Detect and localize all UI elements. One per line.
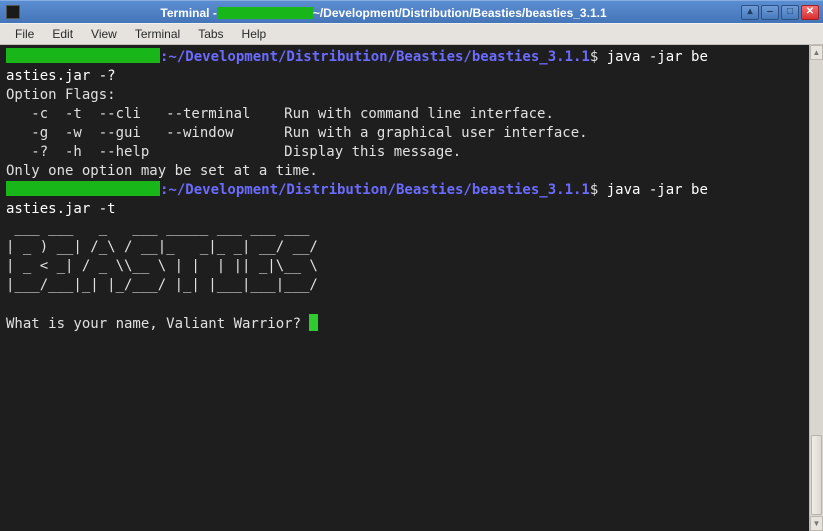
prompt-sigil-2: $ [590, 182, 607, 198]
menu-help[interactable]: Help [233, 25, 276, 43]
ascii-art-4: |___/___|_| |_/___/ |_| |___|___|___/ [6, 277, 318, 293]
scroll-thumb[interactable] [811, 435, 822, 515]
output-option-2: -g -w --gui --window Run with a graphica… [6, 125, 588, 141]
ascii-art-1: ___ ___ _ ___ _____ ___ ___ ___ [6, 220, 318, 236]
output-option-1: -c -t --cli --terminal Run with command … [6, 106, 554, 122]
prompt-user-redacted [6, 48, 160, 63]
terminal-area[interactable]: :~/Development/Distribution/Beasties/bea… [0, 45, 809, 531]
output-option-footer: Only one option may be set at a time. [6, 163, 318, 179]
title-redacted-user [217, 7, 313, 19]
shade-button[interactable]: ▴ [741, 5, 759, 20]
scroll-up-button[interactable]: ▲ [810, 45, 823, 60]
command-1: java -jar be [607, 49, 708, 65]
menu-view[interactable]: View [82, 25, 126, 43]
terminal-cursor [309, 314, 318, 331]
maximize-button[interactable]: □ [781, 5, 799, 20]
command-1-wrap: asties.jar -? [6, 68, 116, 84]
menu-terminal[interactable]: Terminal [126, 25, 189, 43]
output-option-header: Option Flags: [6, 87, 116, 103]
prompt-path-2: :~/Development/Distribution/Beasties/bea… [160, 182, 590, 198]
prompt-path: :~/Development/Distribution/Beasties/bea… [160, 49, 590, 65]
title-suffix: ~/Development/Distribution/Beasties/beas… [313, 6, 607, 20]
menu-file[interactable]: File [6, 25, 43, 43]
command-2-wrap: asties.jar -t [6, 201, 116, 217]
window-titlebar: Terminal - ~/Development/Distribution/Be… [0, 0, 823, 23]
menu-tabs[interactable]: Tabs [189, 25, 232, 43]
close-button[interactable]: ✕ [801, 5, 819, 20]
menu-edit[interactable]: Edit [43, 25, 82, 43]
titlebar-app-icon [6, 5, 20, 19]
minimize-button[interactable]: ‒ [761, 5, 779, 20]
scrollbar[interactable]: ▲ ▼ [809, 45, 823, 531]
prompt-sigil: $ [590, 49, 607, 65]
prompt-question: What is your name, Valiant Warrior? [6, 316, 309, 332]
prompt-user-redacted-2 [6, 181, 160, 196]
output-option-3: -? -h --help Display this message. [6, 144, 461, 160]
menubar: File Edit View Terminal Tabs Help [0, 23, 823, 45]
scroll-down-button[interactable]: ▼ [810, 516, 823, 531]
window-title: Terminal - ~/Development/Distribution/Be… [26, 5, 741, 20]
title-prefix: Terminal - [160, 6, 216, 20]
ascii-art-2: | _ ) __| /_\ / __|_ _|_ _| __/ __/ [6, 239, 318, 255]
ascii-art-3: | _ < _| / _ \\__ \ | | | || _|\__ \ [6, 258, 318, 274]
command-2: java -jar be [607, 182, 708, 198]
